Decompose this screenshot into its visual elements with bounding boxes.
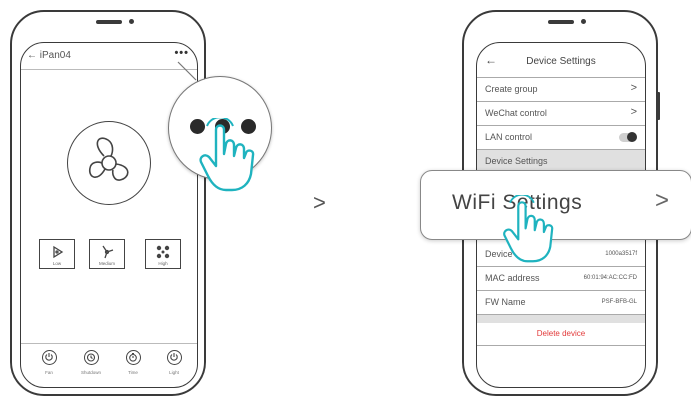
next-step-arrow: >	[313, 190, 326, 215]
left-phone-screen: ← iPan04 ••• Low Medium High Fan Shutdow…	[20, 42, 198, 388]
delete-row-divider	[477, 345, 645, 346]
tapping-hand-icon	[503, 195, 554, 263]
mode-high-button[interactable]: High	[145, 239, 181, 269]
device-id-value: 1000a3517f	[605, 251, 637, 257]
low-speed-icon	[53, 245, 64, 259]
power-icon	[45, 353, 53, 361]
left-phone-frame: ← iPan04 ••• Low Medium High Fan Shutdow…	[10, 10, 206, 396]
mode-high-label: High	[158, 261, 168, 266]
fan-power-toggle[interactable]	[42, 350, 57, 365]
fan-power-button[interactable]	[67, 121, 151, 205]
light-label: Light	[169, 370, 179, 375]
mac-address-value: 60:01:94:AC:CC:FD	[583, 275, 637, 281]
bottom-bar-divider	[21, 343, 197, 344]
fan-label: Fan	[45, 370, 53, 375]
shutdown-label: Shutdown	[80, 370, 101, 375]
timer-icon	[129, 352, 137, 362]
medium-speed-icon	[102, 245, 114, 259]
side-button	[657, 92, 660, 120]
chevron-right-icon: >	[654, 187, 669, 214]
front-camera	[129, 19, 134, 24]
settings-header: ← Device Settings	[477, 43, 645, 78]
speaker-grille	[548, 20, 574, 24]
tapping-hand-icon	[199, 118, 255, 192]
back-arrow-icon[interactable]: ←	[27, 50, 37, 61]
front-camera	[581, 19, 586, 24]
fw-name-row: FW Name PSF-BFB-GL	[477, 291, 645, 315]
device-title[interactable]: ← iPan04	[27, 50, 71, 61]
lan-control-toggle[interactable]	[619, 132, 637, 142]
mac-address-row: MAC address 60:01:94:AC:CC:FD	[477, 267, 645, 291]
device-name: iPan04	[39, 50, 71, 61]
fan-icon	[88, 137, 129, 181]
mode-low-button[interactable]: Low	[39, 239, 75, 269]
light-power-icon	[170, 353, 178, 361]
page-title: Device Settings	[526, 56, 596, 67]
app-header: ← iPan04 •••	[21, 43, 197, 70]
time-button[interactable]	[126, 350, 141, 365]
shutdown-timer-button[interactable]	[84, 350, 99, 365]
chevron-right-icon: >	[630, 106, 637, 118]
mode-medium-label: Medium	[98, 261, 115, 266]
mode-low-label: Low	[52, 261, 62, 266]
toggle-knob	[627, 132, 637, 142]
lan-control-row: LAN control	[477, 126, 645, 150]
clock-icon	[86, 353, 96, 362]
create-group-row[interactable]: Create group >	[477, 78, 645, 102]
fw-name-label: FW Name	[485, 297, 526, 307]
delete-device-button[interactable]: Delete device	[477, 329, 645, 338]
mac-address-label: MAC address	[485, 273, 540, 283]
section-divider-band	[477, 315, 645, 323]
mode-medium-button[interactable]: Medium	[89, 239, 125, 269]
lan-control-label: LAN control	[485, 132, 533, 142]
light-power-toggle[interactable]	[167, 350, 182, 365]
wechat-control-row[interactable]: WeChat control >	[477, 102, 645, 126]
more-options-icon[interactable]: •••	[174, 47, 189, 59]
high-speed-icon	[156, 245, 170, 259]
time-label: Time	[128, 370, 138, 375]
create-group-label: Create group	[485, 84, 538, 94]
wechat-control-label: WeChat control	[485, 108, 547, 118]
chevron-right-icon: >	[630, 82, 637, 94]
speaker-grille	[96, 20, 122, 24]
fw-name-value: PSF-BFB-GL	[601, 299, 637, 305]
section-header-label: Device Settings	[485, 156, 548, 166]
